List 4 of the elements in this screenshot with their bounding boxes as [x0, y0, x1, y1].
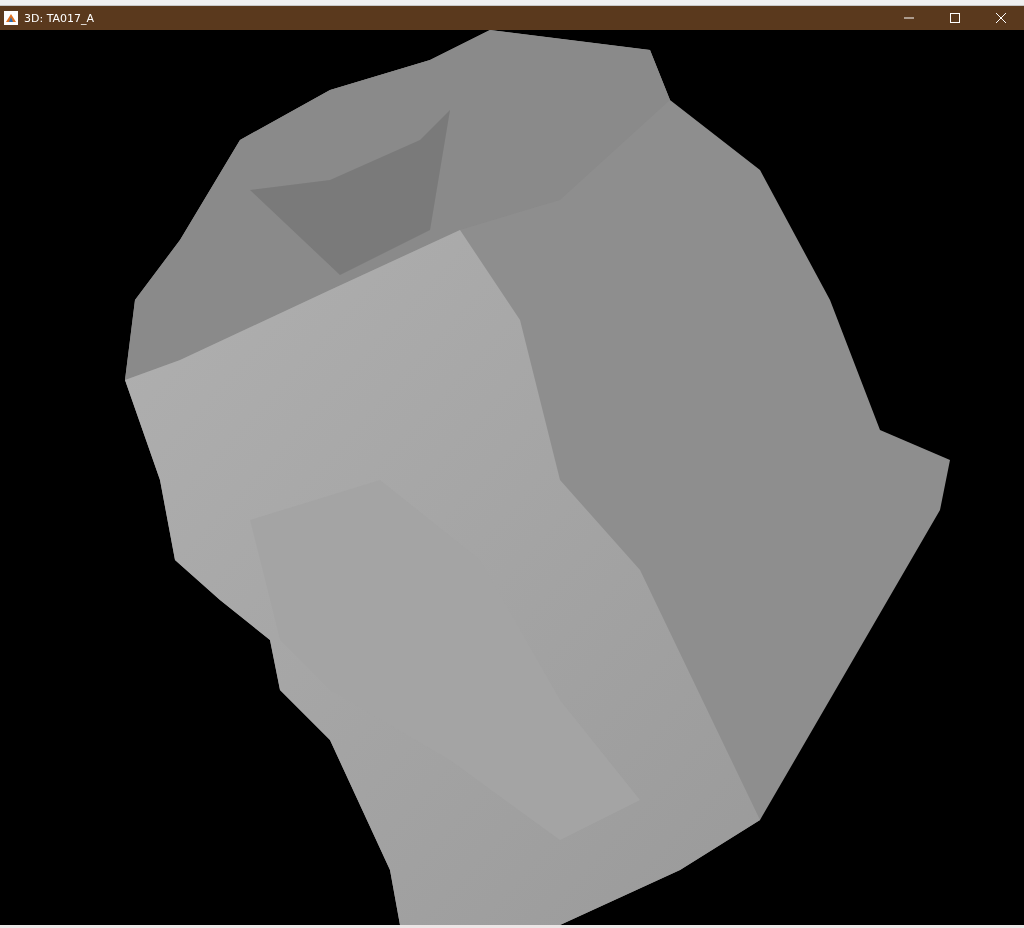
app-logo-icon — [4, 11, 18, 25]
close-icon — [996, 13, 1006, 23]
maximize-icon — [950, 13, 960, 23]
window-title: 3D: TA017_A — [24, 11, 96, 25]
